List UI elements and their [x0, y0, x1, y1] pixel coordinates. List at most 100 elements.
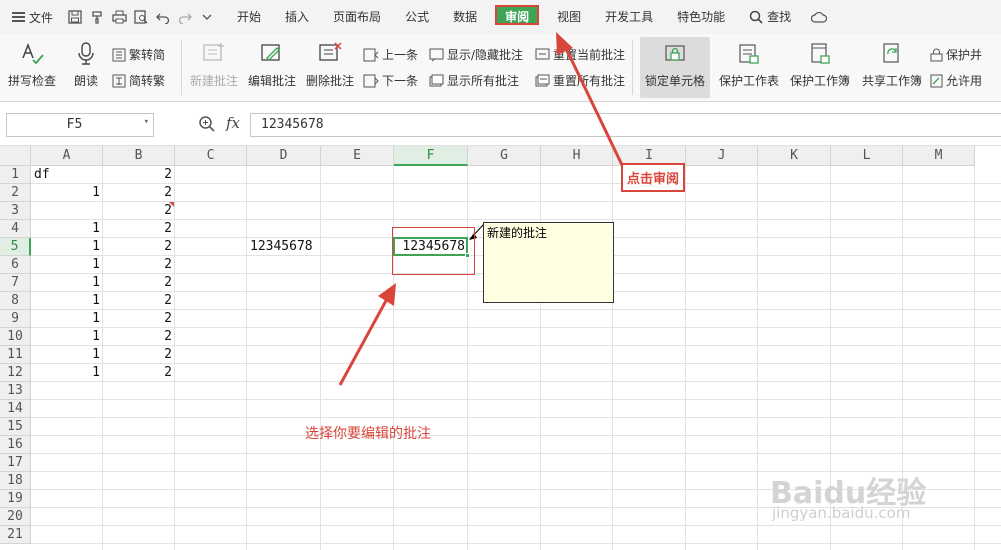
- trad-to-simp-button[interactable]: 繁转简: [112, 46, 174, 64]
- cell-b3[interactable]: 2: [103, 202, 175, 220]
- protect-and-share-button[interactable]: 保护并: [930, 46, 984, 64]
- select-all-corner[interactable]: [0, 146, 31, 166]
- column-header-l[interactable]: L: [831, 146, 903, 166]
- cell-b1[interactable]: 2: [103, 166, 175, 184]
- reset-all-comments-button[interactable]: 重置所有批注: [535, 72, 625, 90]
- tab-home[interactable]: 开始: [225, 0, 273, 34]
- cell-b7[interactable]: 2: [103, 274, 175, 292]
- row-header-14[interactable]: 14: [0, 400, 31, 418]
- cell-a6[interactable]: 1: [31, 256, 103, 274]
- cell-b8[interactable]: 2: [103, 292, 175, 310]
- name-box[interactable]: F5 ▾: [6, 113, 154, 137]
- row-header-6[interactable]: 6: [0, 256, 31, 274]
- allow-edit-ranges-button[interactable]: 允许用: [930, 72, 984, 90]
- cell-b5[interactable]: 2: [103, 238, 175, 256]
- column-header-e[interactable]: E: [321, 146, 394, 166]
- cell-a4[interactable]: 1: [31, 220, 103, 238]
- tab-view[interactable]: 视图: [545, 0, 593, 34]
- next-comment-button[interactable]: 下一条: [363, 72, 421, 90]
- row-header-3[interactable]: 3: [0, 202, 31, 220]
- cell-a12[interactable]: 1: [31, 364, 103, 382]
- tab-developer[interactable]: 开发工具: [593, 0, 665, 34]
- redo-icon[interactable]: [177, 9, 193, 25]
- row-header-19[interactable]: 19: [0, 490, 31, 508]
- show-hide-comment-button[interactable]: 显示/隐藏批注: [429, 46, 527, 64]
- row-header-1[interactable]: 1: [0, 166, 31, 184]
- delete-comment-button[interactable]: 删除批注: [301, 34, 359, 101]
- protect-sheet-button[interactable]: 保护工作表: [714, 34, 784, 101]
- name-box-dropdown-icon[interactable]: ▾: [144, 117, 149, 127]
- reset-current-comment-button[interactable]: 重置当前批注: [535, 46, 625, 64]
- tab-review[interactable]: 审阅: [495, 0, 540, 34]
- cell-a5[interactable]: 1: [31, 238, 103, 256]
- row-header-10[interactable]: 10: [0, 328, 31, 346]
- protect-workbook-button[interactable]: 保护工作簿: [784, 34, 856, 101]
- cell-b4[interactable]: 2: [103, 220, 175, 238]
- cell-b9[interactable]: 2: [103, 310, 175, 328]
- print-icon[interactable]: [111, 9, 127, 25]
- row-header-9[interactable]: 9: [0, 310, 31, 328]
- cell-b11[interactable]: 2: [103, 346, 175, 364]
- cell-b10[interactable]: 2: [103, 328, 175, 346]
- cell-a11[interactable]: 1: [31, 346, 103, 364]
- spell-check-button[interactable]: 拼写检查: [0, 34, 64, 101]
- comment-box[interactable]: 新建的批注: [483, 222, 614, 303]
- column-header-c[interactable]: C: [175, 146, 247, 166]
- tab-special-features[interactable]: 特色功能: [665, 0, 737, 34]
- print-preview-icon[interactable]: [133, 9, 149, 25]
- column-header-b[interactable]: B: [103, 146, 175, 166]
- column-header-m[interactable]: M: [903, 146, 975, 166]
- zoom-formula-icon[interactable]: [198, 115, 216, 136]
- row-header-11[interactable]: 11: [0, 346, 31, 364]
- cell-a1[interactable]: df: [31, 166, 103, 184]
- read-aloud-button[interactable]: 朗读: [64, 34, 108, 101]
- row-header-5[interactable]: 5: [0, 238, 31, 256]
- cell-a9[interactable]: 1: [31, 310, 103, 328]
- column-header-f[interactable]: F: [394, 146, 468, 166]
- tab-page-layout[interactable]: 页面布局: [321, 0, 393, 34]
- row-header-16[interactable]: 16: [0, 436, 31, 454]
- tab-data[interactable]: 数据: [441, 0, 489, 34]
- row-header-21[interactable]: 21: [0, 526, 31, 544]
- column-header-g[interactable]: G: [468, 146, 541, 166]
- tab-insert[interactable]: 插入: [273, 0, 321, 34]
- cell-a7[interactable]: 1: [31, 274, 103, 292]
- cell-b6[interactable]: 2: [103, 256, 175, 274]
- cloud-icon[interactable]: [811, 9, 828, 25]
- lock-cell-button[interactable]: 锁定单元格: [640, 37, 710, 98]
- insert-function-icon[interactable]: fx: [226, 114, 240, 132]
- cell-a8[interactable]: 1: [31, 292, 103, 310]
- file-menu[interactable]: 文件: [0, 9, 61, 26]
- simp-to-trad-button[interactable]: 简转繁: [112, 72, 174, 90]
- new-comment-button[interactable]: 新建批注: [185, 34, 243, 101]
- row-header-13[interactable]: 13: [0, 382, 31, 400]
- row-header-2[interactable]: 2: [0, 184, 31, 202]
- undo-icon[interactable]: [155, 9, 171, 25]
- column-header-d[interactable]: D: [247, 146, 321, 166]
- cell-a10[interactable]: 1: [31, 328, 103, 346]
- column-header-j[interactable]: J: [686, 146, 758, 166]
- show-all-comments-button[interactable]: 显示所有批注: [429, 72, 527, 90]
- formula-input[interactable]: 12345678: [250, 113, 1001, 137]
- column-header-a[interactable]: A: [31, 146, 103, 166]
- save-icon[interactable]: [67, 9, 83, 25]
- row-header-4[interactable]: 4: [0, 220, 31, 238]
- row-header-18[interactable]: 18: [0, 472, 31, 490]
- cell-b2[interactable]: 2: [103, 184, 175, 202]
- previous-comment-button[interactable]: 上一条: [363, 46, 421, 64]
- share-workbook-button[interactable]: 共享工作簿: [856, 34, 928, 101]
- row-header-7[interactable]: 7: [0, 274, 31, 292]
- edit-comment-button[interactable]: 编辑批注: [243, 34, 301, 101]
- dropdown-icon[interactable]: [199, 9, 215, 25]
- row-header-8[interactable]: 8: [0, 292, 31, 310]
- cell-d5[interactable]: 12345678: [247, 238, 321, 256]
- row-header-15[interactable]: 15: [0, 418, 31, 436]
- column-header-h[interactable]: H: [541, 146, 613, 166]
- column-header-k[interactable]: K: [758, 146, 831, 166]
- cell-b12[interactable]: 2: [103, 364, 175, 382]
- row-header-12[interactable]: 12: [0, 364, 31, 382]
- cell-a2[interactable]: 1: [31, 184, 103, 202]
- search-button[interactable]: 查找: [737, 0, 803, 34]
- format-painter-icon[interactable]: [89, 9, 105, 25]
- row-header-17[interactable]: 17: [0, 454, 31, 472]
